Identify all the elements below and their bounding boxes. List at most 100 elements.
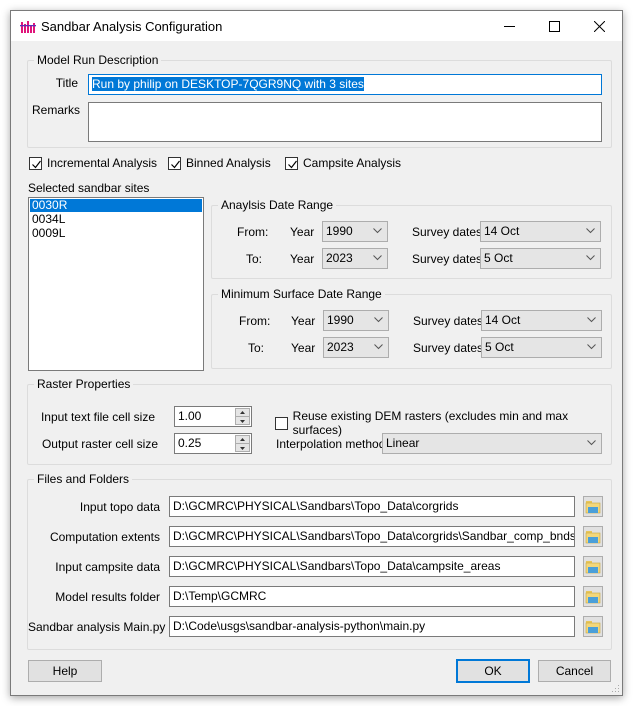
input-cell-size-value: 1.00 — [178, 409, 202, 423]
maximize-icon — [548, 20, 560, 32]
sites-listbox[interactable]: 0030R 0034L 0009L — [28, 197, 204, 371]
year-label: Year — [290, 225, 315, 239]
incremental-analysis-checkbox[interactable]: Incremental Analysis — [29, 156, 157, 170]
min-to-year-select[interactable]: 2023 — [323, 337, 389, 358]
cancel-button[interactable]: Cancel — [538, 660, 611, 682]
campsite-analysis-checkbox[interactable]: Campsite Analysis — [285, 156, 401, 170]
min-from-survey-value: 14 Oct — [485, 313, 521, 327]
min-to-year-value: 2023 — [327, 340, 354, 354]
chevron-down-icon — [374, 344, 383, 350]
computation-extents-path[interactable]: D:\GCMRC\PHYSICAL\Sandbars\Topo_Data\cor… — [169, 526, 575, 547]
chevron-down-icon — [586, 228, 595, 234]
from-label: From: — [239, 314, 271, 328]
analysis-to-survey-select[interactable]: 5 Oct — [480, 248, 601, 269]
folder-icon — [585, 501, 601, 514]
folder-icon — [585, 531, 601, 544]
arrow-down-icon — [240, 419, 245, 423]
input-cell-size-label: Input text file cell size — [40, 410, 155, 424]
window-title: Sandbar Analysis Configuration — [41, 19, 223, 34]
spin-up-button[interactable] — [236, 409, 249, 417]
interpolation-label: Interpolation method — [276, 437, 386, 451]
spin-down-button[interactable] — [236, 417, 249, 425]
browse-model-results-button[interactable] — [583, 586, 603, 607]
min-from-survey-select[interactable]: 14 Oct — [481, 310, 602, 331]
input-cell-size-spinner[interactable]: 1.00 — [174, 406, 252, 427]
browse-input-campsite-button[interactable] — [583, 556, 603, 577]
site-list-item[interactable]: 0030R — [30, 199, 202, 212]
analysis-from-year-select[interactable]: 1990 — [322, 221, 388, 242]
chevron-down-icon — [587, 344, 596, 350]
input-campsite-label: Input campsite data — [55, 560, 160, 574]
input-topo-path[interactable]: D:\GCMRC\PHYSICAL\Sandbars\Topo_Data\cor… — [169, 496, 575, 517]
analysis-to-survey-value: 5 Oct — [484, 251, 513, 265]
maximize-button[interactable] — [531, 11, 577, 41]
survey-dates-label: Survey dates — [412, 252, 483, 266]
min-surface-date-range-group: Minimum Surface Date Range From: Year 19… — [211, 287, 612, 369]
model-results-label: Model results folder — [55, 590, 160, 604]
remarks-label: Remarks — [31, 103, 80, 117]
close-icon — [593, 20, 605, 32]
to-label: To: — [246, 252, 263, 266]
analysis-from-survey-select[interactable]: 14 Oct — [480, 221, 601, 242]
browse-main-py-button[interactable] — [583, 616, 603, 637]
binned-analysis-label: Binned Analysis — [186, 156, 271, 170]
ok-button[interactable]: OK — [456, 659, 530, 683]
close-button[interactable] — [576, 11, 622, 41]
input-campsite-path[interactable]: D:\GCMRC\PHYSICAL\Sandbars\Topo_Data\cam… — [169, 556, 575, 577]
main-py-path[interactable]: D:\Code\usgs\sandbar-analysis-python\mai… — [169, 616, 575, 637]
browse-computation-extents-button[interactable] — [583, 526, 603, 547]
survey-dates-label: Survey dates — [413, 314, 484, 328]
min-surface-date-range-label: Minimum Surface Date Range — [218, 287, 385, 301]
files-folders-label: Files and Folders — [34, 472, 133, 486]
browse-input-topo-button[interactable] — [583, 496, 603, 517]
checkmark-icon — [171, 160, 180, 168]
files-folders-group: Files and Folders Input topo data D:\GCM… — [27, 472, 612, 650]
output-cell-size-label: Output raster cell size — [41, 437, 158, 451]
raster-properties-group: Raster Properties Input text file cell s… — [27, 377, 612, 465]
site-list-item[interactable]: 0034L — [30, 213, 202, 226]
year-label: Year — [290, 252, 315, 266]
title-input-value: Run by philip on DESKTOP-7QGR9NQ with 3 … — [92, 77, 364, 91]
from-label: From: — [237, 225, 269, 239]
output-cell-size-spinner[interactable]: 0.25 — [174, 433, 252, 454]
title-label: Title — [55, 76, 78, 90]
min-to-survey-value: 5 Oct — [485, 340, 514, 354]
sites-label: Selected sandbar sites — [28, 181, 150, 195]
chevron-down-icon — [373, 228, 382, 234]
interpolation-select[interactable]: Linear — [382, 433, 602, 454]
analysis-date-range-group: Anaylsis Date Range From: Year 1990 Surv… — [211, 198, 612, 279]
minimize-button[interactable] — [486, 11, 532, 41]
help-button[interactable]: Help — [28, 660, 102, 682]
model-results-path[interactable]: D:\Temp\GCMRC — [169, 586, 575, 607]
site-list-item[interactable]: 0009L — [30, 227, 202, 240]
year-label: Year — [291, 341, 316, 355]
dialog-window: Sandbar Analysis Configuration Model Run… — [10, 10, 623, 696]
remarks-input[interactable] — [88, 102, 602, 142]
incremental-analysis-label: Incremental Analysis — [47, 156, 158, 170]
chevron-down-icon — [587, 440, 596, 446]
chevron-down-icon — [586, 255, 595, 261]
min-from-year-select[interactable]: 1990 — [323, 310, 389, 331]
main-py-label: Sandbar analysis Main.py — [28, 620, 166, 634]
model-run-group-label: Model Run Description — [34, 53, 162, 67]
spin-down-button[interactable] — [236, 444, 249, 452]
arrow-up-icon — [240, 438, 245, 441]
title-input[interactable]: Run by philip on DESKTOP-7QGR9NQ with 3 … — [88, 74, 602, 95]
survey-dates-label: Survey dates — [412, 225, 483, 239]
resize-grip-icon[interactable] — [612, 685, 620, 693]
checkmark-icon — [288, 160, 297, 168]
min-to-survey-select[interactable]: 5 Oct — [481, 337, 602, 358]
spin-up-button[interactable] — [236, 436, 249, 444]
output-cell-size-value: 0.25 — [178, 436, 202, 450]
to-label: To: — [248, 341, 265, 355]
title-bar[interactable]: Sandbar Analysis Configuration — [11, 11, 622, 41]
interpolation-value: Linear — [386, 436, 420, 450]
input-topo-label: Input topo data — [79, 500, 160, 514]
campsite-analysis-label: Campsite Analysis — [303, 156, 402, 170]
chevron-down-icon — [374, 317, 383, 323]
analysis-to-year-select[interactable]: 2023 — [322, 248, 388, 269]
raster-properties-label: Raster Properties — [34, 377, 134, 391]
minimize-icon — [503, 25, 515, 27]
checkmark-icon — [32, 160, 41, 168]
binned-analysis-checkbox[interactable]: Binned Analysis — [168, 156, 271, 170]
